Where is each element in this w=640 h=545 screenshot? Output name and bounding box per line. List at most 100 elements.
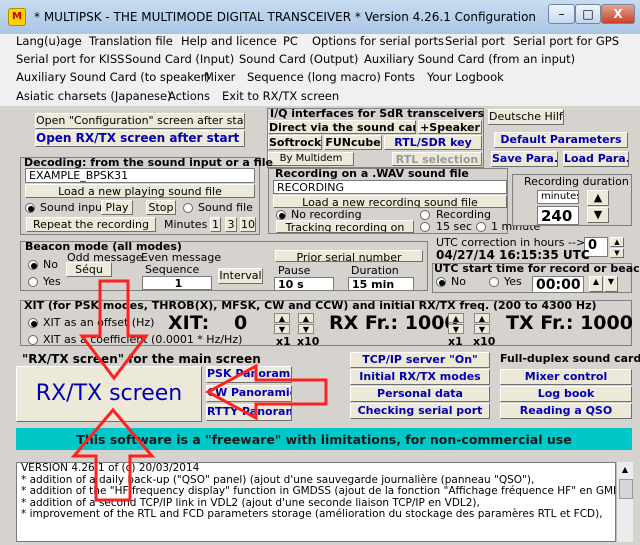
minimize-button[interactable]: –	[548, 4, 575, 24]
menu-your-logbook[interactable]: Your Logbook	[427, 70, 504, 84]
menu-help-licence[interactable]: Help and licence	[181, 34, 277, 48]
15-sec-radio[interactable]	[420, 222, 430, 232]
scroll-thumb[interactable]	[619, 479, 633, 499]
play-button[interactable]: Play	[101, 200, 133, 215]
menu-serial-port-kiss[interactable]: Serial port for KISS	[16, 52, 124, 66]
xit-offset-radio[interactable]	[28, 318, 38, 328]
utc-time-down-icon[interactable]: ▼	[604, 276, 618, 292]
sound-input-radio[interactable]	[25, 203, 35, 213]
tcpip-server-button[interactable]: TCP/IP server "On"	[350, 352, 490, 368]
rxtx-screen-button[interactable]: RX/TX screen	[16, 366, 202, 422]
recording-title: Recording on a .WAV sound file	[275, 167, 469, 180]
menu-translation-file[interactable]: Translation file	[89, 34, 173, 48]
xit-down-1-icon[interactable]: ▼	[274, 324, 290, 334]
recording-radio[interactable]	[420, 210, 430, 220]
log-scrollbar[interactable]: ▲	[616, 462, 633, 542]
xit-down-10-icon[interactable]: ▼	[298, 324, 314, 334]
prior-serial-number-button[interactable]: Prior serial number	[275, 250, 423, 262]
rx-down-1-icon[interactable]: ▼	[448, 324, 464, 334]
speaker-button[interactable]: +Speaker	[418, 120, 482, 134]
menu-sound-card-input[interactable]: Sound Card (Input)	[125, 52, 234, 66]
duration-up-icon[interactable]: ▲	[587, 190, 609, 206]
menu-sound-card-output[interactable]: Sound Card (Output)	[239, 52, 358, 66]
playing-file-field[interactable]: EXAMPLE_BPSK31	[25, 168, 255, 183]
direct-sound-card-button[interactable]: Direct via the sound card	[268, 120, 416, 134]
utc-start-title: UTC start time for record or beacon	[434, 262, 640, 275]
minutes-1-button[interactable]: 1	[210, 217, 221, 232]
15-sec-label: 15 sec	[436, 220, 473, 233]
rx-up-10-icon[interactable]: ▲	[474, 313, 490, 323]
load-playing-file-button[interactable]: Load a new playing sound file	[25, 184, 255, 198]
beacon-no-radio[interactable]	[28, 260, 38, 270]
beacon-yes-radio[interactable]	[28, 277, 38, 287]
utc-start-no-radio[interactable]	[436, 277, 446, 287]
log-book-button[interactable]: Log book	[500, 386, 632, 402]
deutsche-hilfe-button[interactable]: Deutsche Hilfe	[488, 109, 564, 125]
rtl-sdr-key-button[interactable]: RTL/SDR key	[384, 135, 482, 150]
no-recording-radio[interactable]	[276, 210, 286, 220]
softrock-button[interactable]: Softrock	[268, 135, 322, 150]
menu-serial-port-gps[interactable]: Serial port for GPS	[513, 34, 619, 48]
scroll-up-icon[interactable]: ▲	[618, 463, 632, 477]
load-recording-file-button[interactable]: Load a new recording sound file	[273, 195, 507, 208]
menu-serial-port[interactable]: Serial port	[445, 34, 505, 48]
default-parameters-button[interactable]: Default Parameters	[494, 132, 628, 148]
menu-asiatic-charsets[interactable]: Asiatic charsets (Japanese)	[16, 89, 172, 103]
close-button[interactable]: X	[601, 4, 635, 24]
recording-file-field[interactable]: RECORDING	[273, 180, 507, 194]
minutes-3-button[interactable]: 3	[225, 217, 237, 232]
mixer-control-button[interactable]: Mixer control	[500, 369, 632, 385]
menu-options-serial-ports[interactable]: Options for serial ports	[312, 34, 444, 48]
rx-up-1-icon[interactable]: ▲	[448, 313, 464, 323]
rx-down-10-icon[interactable]: ▼	[474, 324, 490, 334]
by-multidem-button[interactable]: By Multidem	[268, 152, 354, 166]
reading-qso-button[interactable]: Reading a QSO	[500, 403, 632, 419]
tracking-recording-button[interactable]: Tracking recording on	[276, 220, 414, 233]
beacon-duration-field[interactable]: 15 min	[348, 277, 414, 291]
duration-value-field[interactable]: 240	[537, 206, 579, 225]
personal-data-button[interactable]: Personal data	[350, 386, 490, 402]
open-rxtx-after-startup-button[interactable]: Open RX/TX screen after start up	[35, 130, 245, 147]
xit-coefficient-radio[interactable]	[28, 335, 38, 345]
utc-start-time-field[interactable]: 00:00	[532, 276, 584, 293]
open-config-after-startup-button[interactable]: Open "Configuration" screen after start …	[35, 113, 245, 129]
menu-fonts[interactable]: Fonts	[384, 70, 415, 84]
utc-time-up-icon[interactable]: ▲	[589, 276, 603, 292]
menu-sequence[interactable]: Sequence (long macro)	[247, 70, 381, 84]
1-minute-radio[interactable]	[476, 222, 486, 232]
duration-down-icon[interactable]: ▼	[587, 207, 609, 223]
load-parameters-button[interactable]: Load Para.	[563, 151, 629, 167]
menu-aux-sound-card-input[interactable]: Auxiliary Sound Card (from an input)	[364, 52, 575, 66]
save-parameters-button[interactable]: Save Para.	[491, 151, 558, 167]
maximize-button[interactable]: □	[575, 4, 601, 24]
menu-exit-rxtx[interactable]: Exit to RX/TX screen	[222, 89, 339, 103]
xit-up-1-icon[interactable]: ▲	[274, 313, 290, 323]
cw-panoramic-button[interactable]: CW Panoramic	[206, 385, 292, 402]
initial-rxtx-modes-button[interactable]: Initial RX/TX modes	[350, 369, 490, 385]
odd-sequence-select[interactable]: Séqu	[66, 262, 112, 277]
menu-actions[interactable]: Actions	[168, 89, 210, 103]
log-line: * improvement of the RTL and FCD paramet…	[21, 508, 603, 520]
interval-button[interactable]: Interval	[218, 268, 263, 284]
utc-up-icon[interactable]: ▲	[610, 237, 624, 247]
menu-pc[interactable]: PC	[283, 34, 298, 48]
menu-aux-sound-card-speaker[interactable]: Auxiliary Sound Card (to speaker)	[16, 70, 210, 84]
funcube-button[interactable]: FUNcube	[324, 135, 382, 150]
repeat-recording-button[interactable]: Repeat the recording	[26, 217, 156, 232]
utc-down-icon[interactable]: ▼	[610, 248, 624, 258]
pause-value-field[interactable]: 10 s	[274, 277, 334, 291]
checking-serial-port-button[interactable]: Checking serial port	[350, 403, 490, 419]
menu-language[interactable]: Lang(u)age	[16, 34, 82, 48]
rtty-panoramic-button[interactable]: RTTY Panoramic	[206, 404, 292, 421]
menu-mixer[interactable]: Mixer	[204, 70, 235, 84]
sequence-label: Sequence	[145, 263, 200, 276]
xit-up-10-icon[interactable]: ▲	[298, 313, 314, 323]
version-log[interactable]: VERSION 4.26.1 of (c) 20/03/2014 * addit…	[16, 462, 616, 542]
utc-start-yes-radio[interactable]	[489, 277, 499, 287]
psk-panoramic-button[interactable]: PSK Panoramic	[206, 366, 292, 383]
stop-button[interactable]: Stop	[146, 200, 176, 215]
rtl-selection-button[interactable]: RTL selection	[392, 152, 482, 166]
minutes-10-button[interactable]: 10	[240, 217, 256, 232]
sound-file-radio[interactable]	[183, 203, 193, 213]
sequence-value-field[interactable]: 1	[142, 276, 212, 290]
